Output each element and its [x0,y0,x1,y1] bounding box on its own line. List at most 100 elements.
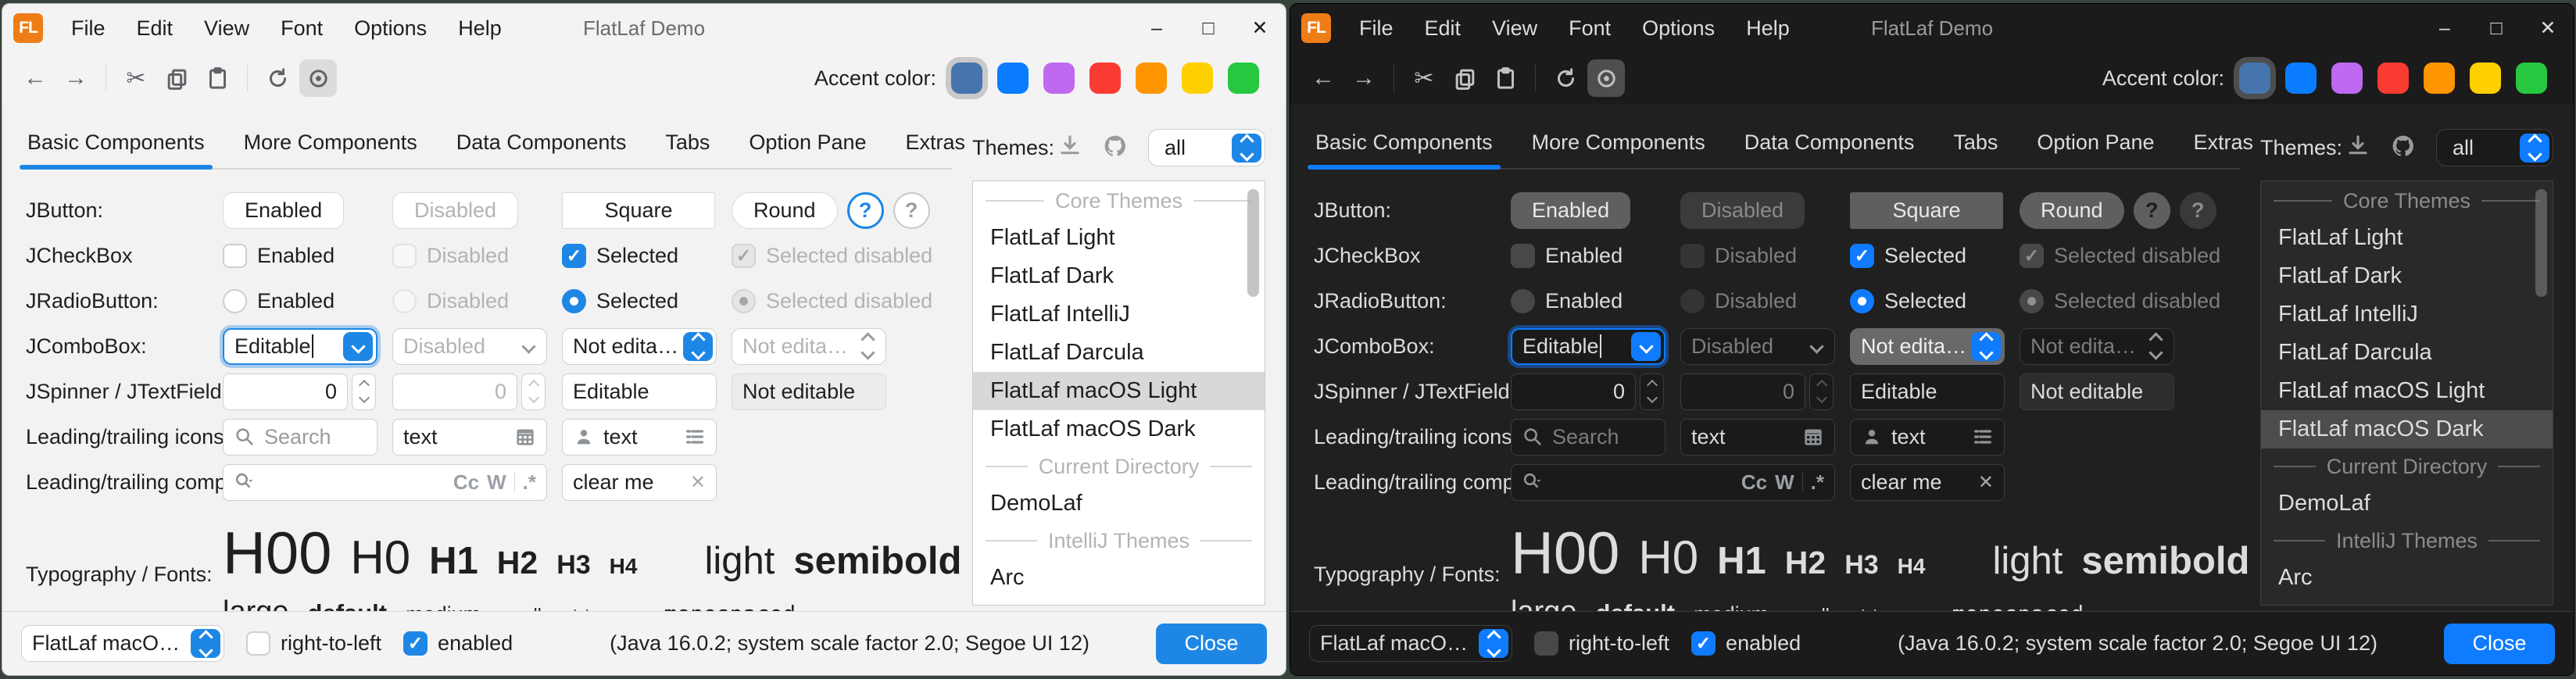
clearable-field[interactable]: clear me ✕ [1850,464,2005,501]
download-icon[interactable] [1057,134,1082,163]
checkbox-enabled[interactable]: Enabled [223,244,377,268]
checkbox-selected-disabled[interactable]: Selected disabled [2020,244,2174,268]
search-input[interactable] [1552,425,1646,449]
theme-item-flatlaf-dark[interactable]: FlatLaf Dark [2261,257,2553,295]
theme-item-arc[interactable]: Arc [2261,559,2553,597]
regex-button[interactable]: .* [523,470,536,495]
theme-item-flatlaf-light[interactable]: FlatLaf Light [2261,219,2553,257]
help-button-secondary[interactable]: ? [893,192,930,229]
square-button[interactable]: Square [1850,192,2003,229]
whole-word-button[interactable]: W [1775,470,1794,495]
close-window-button[interactable]: ✕ [2522,4,2574,52]
match-case-button[interactable]: Cc [453,470,479,495]
text-field-user[interactable]: text [1850,419,2005,456]
chevron-updown-icon[interactable] [683,332,713,361]
tab-option-pane[interactable]: Option Pane [747,130,868,168]
right-to-left-checkbox[interactable]: right-to-left [1534,631,1669,656]
scrollbar-thumb[interactable] [1247,189,1259,297]
menu-file[interactable]: File [55,4,121,52]
noneditable-combobox[interactable]: Not editable [562,328,717,365]
scrollbar-thumb[interactable] [2535,189,2547,297]
checkbox-selected-disabled[interactable]: Selected disabled [732,244,886,268]
tab-extras[interactable]: Extras [2192,130,2256,168]
theme-item-flatlaf-darcula[interactable]: FlatLaf Darcula [973,334,1265,372]
menu-help[interactable]: Help [442,4,517,52]
theme-item-flatlaf-intellij[interactable]: FlatLaf IntelliJ [973,295,1265,334]
tab-basic-components[interactable]: Basic Components [26,130,206,168]
cut-icon[interactable]: ✂ [1405,59,1443,97]
menu-options[interactable]: Options [338,4,442,52]
calendar-icon[interactable] [514,426,536,448]
tab-data-components[interactable]: Data Components [1743,130,1916,168]
refresh-icon[interactable] [259,59,296,97]
radio-enabled[interactable]: Enabled [1511,289,1665,313]
clear-icon[interactable]: ✕ [1978,471,1994,494]
tab-more-components[interactable]: More Components [1530,130,1707,168]
theme-item-flatlaf-macos-dark[interactable]: FlatLaf macOS Dark [973,410,1265,448]
radio-disabled[interactable]: Disabled [1680,289,1835,313]
enabled-checkbox[interactable]: enabled [1691,631,1801,656]
theme-item-flatlaf-light[interactable]: FlatLaf Light [973,219,1265,257]
search-dropdown-icon[interactable] [1522,471,1544,493]
close-button[interactable]: Close [1156,624,1267,664]
whole-word-button[interactable]: W [487,470,506,495]
github-icon[interactable] [2391,134,2416,163]
show-hidden-toggle-icon[interactable] [1587,59,1625,97]
editable-combobox[interactable]: Editable [1511,328,1665,365]
radio-disabled[interactable]: Disabled [392,289,547,313]
search-field[interactable] [1511,419,1665,456]
enabled-button[interactable]: Enabled [223,192,344,229]
accent-swatch-4[interactable] [2377,63,2409,94]
theme-item-flatlaf-macos-dark[interactable]: FlatLaf macOS Dark [2261,410,2553,448]
theme-item-flatlaf-macos-light[interactable]: FlatLaf macOS Light [973,372,1265,410]
menu-font[interactable]: Font [265,4,338,52]
checkbox-enabled[interactable]: Enabled [1511,244,1665,268]
match-case-button[interactable]: Cc [1741,470,1767,495]
radio-selected-disabled[interactable]: Selected disabled [2020,289,2174,313]
menu-font[interactable]: Font [1553,4,1626,52]
tab-more-components[interactable]: More Components [242,130,419,168]
editable-combobox[interactable]: Editable [223,328,377,365]
chevron-updown-icon[interactable] [1479,629,1508,658]
editable-textfield[interactable]: Editable [1850,373,2005,410]
chevron-updown-icon[interactable] [2520,134,2549,163]
menu-edit[interactable]: Edit [1409,4,1477,52]
menu-help[interactable]: Help [1730,4,1805,52]
chevron-down-icon[interactable] [343,332,373,361]
chevron-updown-icon[interactable] [191,629,220,658]
theme-item-flatlaf-dark[interactable]: FlatLaf Dark [973,257,1265,295]
theme-item-flatlaf-intellij[interactable]: FlatLaf IntelliJ [2261,295,2553,334]
theme-item-flatlaf-darcula[interactable]: FlatLaf Darcula [2261,334,2553,372]
themes-filter-combobox[interactable]: all [2436,129,2553,166]
accent-swatch-2[interactable] [997,63,1029,94]
menu-edit[interactable]: Edit [121,4,189,52]
forward-icon[interactable]: → [1345,59,1383,97]
search-with-options-field[interactable]: Cc W .* [223,464,547,501]
enabled-checkbox[interactable]: enabled [403,631,513,656]
theme-item-flatlaf-macos-light[interactable]: FlatLaf macOS Light [2261,372,2553,410]
cut-icon[interactable]: ✂ [117,59,155,97]
search-with-options-field[interactable]: Cc W .* [1511,464,1835,501]
chevron-updown-icon[interactable] [1971,332,2001,361]
text-field-calendar[interactable]: text [1680,419,1835,456]
maximize-button[interactable]: □ [1182,4,1234,52]
accent-swatch-7[interactable] [1228,63,1259,94]
checkbox-selected[interactable]: Selected [1850,244,2005,268]
chevron-updown-icon[interactable] [1232,134,1261,163]
menu-options[interactable]: Options [1626,4,1730,52]
accent-swatch-5[interactable] [1136,63,1167,94]
tab-data-components[interactable]: Data Components [455,130,628,168]
checkbox-disabled[interactable]: Disabled [1680,244,1835,268]
clearable-field[interactable]: clear me ✕ [562,464,717,501]
minimize-button[interactable]: – [1131,4,1182,52]
tab-basic-components[interactable]: Basic Components [1314,130,1494,168]
bottom-theme-combo[interactable]: FlatLaf macOS D... [1309,625,1512,662]
menu-view[interactable]: View [188,4,265,52]
regex-button[interactable]: .* [1811,470,1824,495]
checkbox-disabled[interactable]: Disabled [392,244,547,268]
enabled-button[interactable]: Enabled [1511,192,1630,229]
noneditable-combobox[interactable]: Not editable [1850,328,2005,365]
theme-item-arc[interactable]: Arc [973,559,1265,597]
chevron-down-icon[interactable] [1631,332,1661,361]
refresh-icon[interactable] [1547,59,1584,97]
